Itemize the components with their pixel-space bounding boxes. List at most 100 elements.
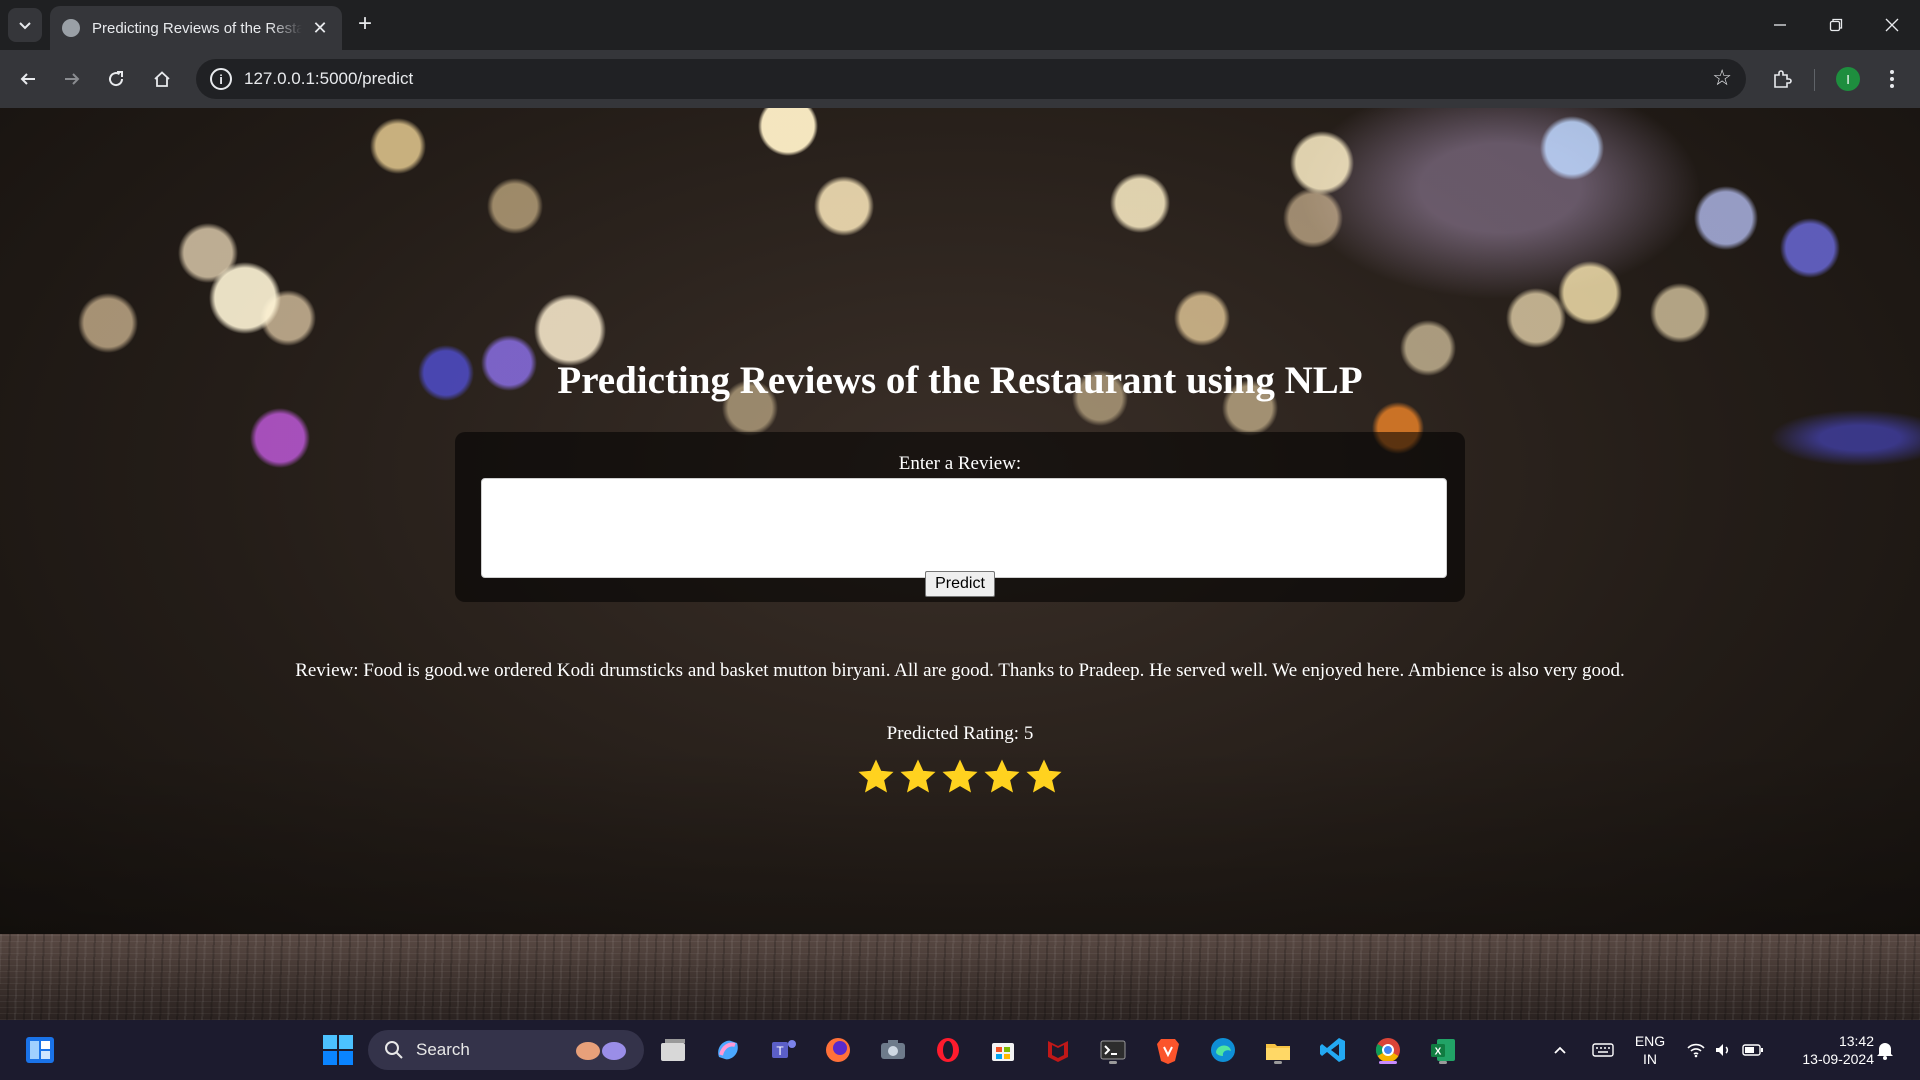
edge-icon	[1211, 1038, 1235, 1062]
taskbar-search[interactable]: Search	[368, 1030, 644, 1070]
task-view-taskbar-button[interactable]	[655, 1032, 691, 1068]
profile-avatar[interactable]: I	[1836, 67, 1860, 91]
opera-icon	[937, 1038, 959, 1062]
star-icon	[858, 759, 894, 793]
search-icon	[385, 1041, 403, 1059]
forward-button[interactable]	[56, 63, 88, 95]
brave-icon	[1157, 1039, 1179, 1064]
restore-icon	[1829, 18, 1843, 32]
language-indicator[interactable]: ENG IN	[1630, 1032, 1670, 1068]
svg-text:X: X	[1435, 1047, 1442, 1058]
bell-icon	[1877, 1043, 1893, 1060]
arrow-left-icon	[20, 73, 35, 85]
chrome-taskbar-button[interactable]	[1370, 1032, 1406, 1068]
mcafee-taskbar-button[interactable]	[1040, 1032, 1076, 1068]
extensions-button[interactable]	[1766, 63, 1798, 95]
page-viewport: Predicting Reviews of the Restaurant usi…	[0, 108, 1920, 1020]
firefox-icon	[826, 1038, 850, 1062]
home-button[interactable]	[146, 63, 178, 95]
clock-date: 13-09-2024	[1802, 1051, 1874, 1067]
reload-button[interactable]	[100, 63, 132, 95]
running-indicator	[1439, 1061, 1447, 1064]
vscode-icon	[1320, 1038, 1345, 1062]
chevron-down-icon	[19, 22, 31, 30]
globe-icon	[62, 19, 80, 37]
address-bar[interactable]: i 127.0.0.1:5000/predict ☆	[196, 59, 1746, 99]
system-tray	[1552, 1020, 1614, 1080]
start-icon	[323, 1035, 353, 1065]
running-indicator	[1274, 1061, 1282, 1064]
minimize-button[interactable]	[1752, 0, 1808, 50]
excel-taskbar-button[interactable]: X	[1425, 1032, 1461, 1068]
mcafee-icon	[1048, 1041, 1068, 1062]
svg-text:T: T	[776, 1044, 784, 1058]
tab-search-button[interactable]	[8, 8, 42, 42]
page-title: Predicting Reviews of the Restaurant usi…	[557, 359, 1363, 402]
teams-icon: T	[772, 1040, 796, 1058]
camera-icon	[881, 1040, 905, 1059]
widgets-button[interactable]	[22, 1032, 58, 1068]
browser-tab-active[interactable]: Predicting Reviews of the Restaurant usi…	[50, 6, 342, 50]
review-result-text: Review: Food is good.we ordered Kodi dru…	[295, 660, 1625, 681]
taskbar-clock[interactable]: 13:42 13-09-2024	[1780, 1032, 1874, 1068]
store-icon	[992, 1043, 1014, 1061]
browser-tab-strip: Predicting Reviews of the Restaurant usi…	[0, 0, 1920, 50]
camera-taskbar-button[interactable]	[875, 1032, 911, 1068]
edge-taskbar-button[interactable]	[1205, 1032, 1241, 1068]
volume-icon	[1716, 1044, 1729, 1056]
terminal-taskbar-button[interactable]	[1095, 1032, 1131, 1068]
star-icon	[984, 759, 1020, 793]
arrow-right-icon	[65, 73, 80, 85]
browser-toolbar: i 127.0.0.1:5000/predict ☆ I	[0, 50, 1920, 108]
task-view-icon	[661, 1039, 685, 1061]
star-icon	[1026, 759, 1062, 793]
menu-button[interactable]	[1876, 63, 1908, 95]
vscode-taskbar-button[interactable]	[1315, 1032, 1351, 1068]
battery-icon	[1742, 1044, 1763, 1056]
quick-settings[interactable]	[1686, 1020, 1764, 1080]
predicted-rating-text: Predicted Rating: 5	[886, 723, 1034, 744]
store-taskbar-button[interactable]	[985, 1032, 1021, 1068]
clock-time: 13:42	[1838, 1033, 1874, 1049]
minimize-icon	[1774, 24, 1786, 26]
back-button[interactable]	[12, 63, 44, 95]
new-tab-button[interactable]: +	[352, 12, 378, 38]
reload-icon	[109, 71, 124, 87]
search-label: Search	[416, 1040, 470, 1059]
close-icon	[1885, 18, 1899, 32]
url-text: 127.0.0.1:5000/predict	[244, 69, 414, 88]
toolbar-divider	[1814, 69, 1815, 91]
rating-stars	[0, 759, 1920, 795]
site-info-icon[interactable]: i	[210, 68, 232, 90]
predict-button[interactable]: Predict	[925, 571, 995, 597]
language-region: IN	[1643, 1051, 1657, 1067]
home-icon	[154, 71, 170, 87]
tab-close-button[interactable]: ✕	[310, 18, 330, 39]
running-indicator	[1379, 1061, 1397, 1064]
star-icon	[900, 759, 936, 793]
close-window-button[interactable]	[1864, 0, 1920, 50]
puzzle-icon	[1774, 70, 1792, 88]
widgets-icon	[26, 1037, 54, 1063]
bookmark-star-icon[interactable]: ☆	[1712, 67, 1732, 89]
search-highlight-icon	[576, 1042, 626, 1060]
keyboard-icon[interactable]	[1592, 1042, 1614, 1058]
copilot-icon	[718, 1040, 738, 1060]
firefox-taskbar-button[interactable]	[820, 1032, 856, 1068]
opera-taskbar-button[interactable]	[930, 1032, 966, 1068]
kebab-menu-icon	[1890, 70, 1894, 88]
review-input[interactable]	[481, 478, 1447, 578]
start-button[interactable]	[320, 1032, 356, 1068]
brave-taskbar-button[interactable]	[1150, 1032, 1186, 1068]
teams-taskbar-button[interactable]: T	[765, 1032, 801, 1068]
chevron-up-icon[interactable]	[1552, 1042, 1568, 1058]
review-input-label: Enter a Review:	[898, 453, 1022, 474]
restore-button[interactable]	[1808, 0, 1864, 50]
copilot-taskbar-button[interactable]	[710, 1032, 746, 1068]
file-explorer-taskbar-button[interactable]	[1260, 1032, 1296, 1068]
wooden-table-background	[0, 934, 1920, 1020]
language-code: ENG	[1634, 1033, 1666, 1049]
notifications-button[interactable]	[1876, 1020, 1894, 1080]
wifi-icon	[1687, 1043, 1705, 1058]
running-indicator	[1109, 1061, 1117, 1064]
